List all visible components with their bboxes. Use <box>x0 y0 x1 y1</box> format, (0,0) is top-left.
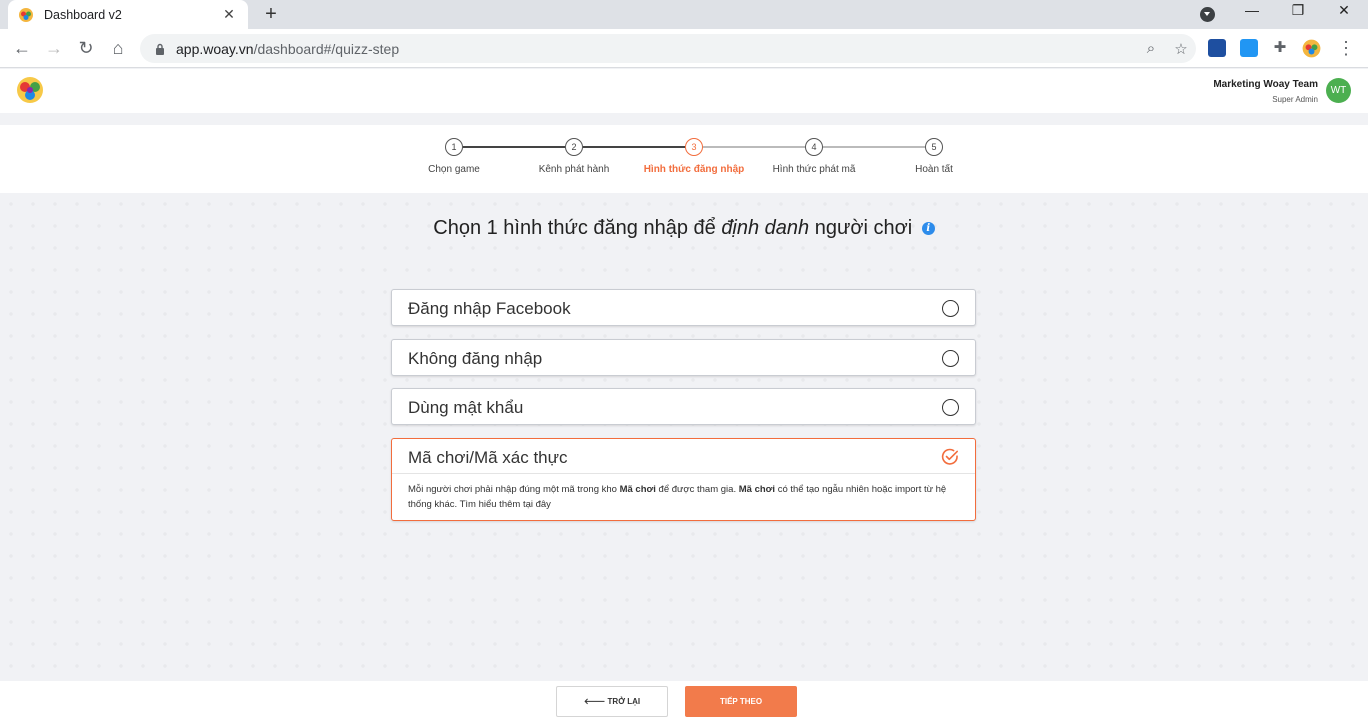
extension-drop-icon[interactable] <box>1240 39 1258 57</box>
profile-menu-icon[interactable] <box>1200 7 1215 22</box>
option-label: Mã chơi/Mã xác thực <box>408 448 568 467</box>
step-connector <box>583 146 685 148</box>
back-arrow-icon[interactable]: ← <box>11 37 33 59</box>
option-label: Không đăng nhập <box>408 349 543 368</box>
footer-bar: 🡐 TRỞ LẠI TIẾP THEO <box>0 681 1368 723</box>
user-name: Marketing Woay Team <box>1213 79 1318 90</box>
arrow-left-icon: 🡐 <box>583 697 606 706</box>
next-button[interactable]: TIẾP THEO <box>685 686 797 717</box>
url-text: app.woay.vn/dashboard#/quizz-step <box>176 40 400 57</box>
woay-favicon-icon <box>19 7 33 22</box>
step-connector <box>463 146 565 148</box>
browser-tab[interactable]: Dashboard v2 ✕ <box>8 0 248 29</box>
user-role: Super Admin <box>1272 95 1318 104</box>
step-2-circle[interactable]: 2 <box>565 138 583 156</box>
minimize-icon[interactable]: — <box>1240 2 1264 18</box>
step-connector <box>703 146 805 148</box>
radio-icon[interactable] <box>942 350 959 367</box>
tab-close-icon[interactable]: ✕ <box>220 6 238 23</box>
step-connector <box>823 146 925 148</box>
app-header: Marketing Woay Team Super Admin WT <box>0 69 1368 113</box>
avatar[interactable]: WT <box>1326 78 1351 103</box>
step-3-circle[interactable]: 3 <box>685 138 703 156</box>
option-label: Dùng mật khẩu <box>408 398 524 417</box>
browser-tab-bar: Dashboard v2 ✕ + — ❐ ✕ <box>0 0 1368 29</box>
option-label: Đăng nhập Facebook <box>408 299 571 318</box>
option-password[interactable]: Dùng mật khẩu <box>391 388 976 425</box>
step-1-circle[interactable]: 1 <box>445 138 463 156</box>
step-3-label: Hình thức đăng nhập <box>643 164 745 175</box>
progress-stepper: 1 2 3 4 5 Chọn game Kênh phát hành Hình … <box>0 125 1368 193</box>
option-access-code[interactable]: Mã chơi/Mã xác thực Mỗi người chơi phải … <box>391 438 976 521</box>
step-2-label: Kênh phát hành <box>538 164 610 175</box>
bookmark-star-icon[interactable]: ☆ <box>1166 40 1196 58</box>
check-circle-icon[interactable] <box>941 448 959 466</box>
forward-arrow-icon[interactable]: → <box>43 37 65 59</box>
radio-icon[interactable] <box>942 399 959 416</box>
radio-icon[interactable] <box>942 300 959 317</box>
woay-logo-icon[interactable] <box>15 75 45 105</box>
tab-title: Dashboard v2 <box>44 7 122 22</box>
zoom-icon[interactable]: ⌕ <box>1136 40 1166 57</box>
step-5-label: Hoàn tất <box>915 164 953 175</box>
lock-icon <box>156 43 164 55</box>
option-header: Mã chơi/Mã xác thực <box>392 439 975 474</box>
home-icon[interactable]: ⌂ <box>107 37 129 59</box>
option-facebook-login[interactable]: Đăng nhập Facebook <box>391 289 976 326</box>
new-tab-icon[interactable]: + <box>260 3 282 26</box>
back-button[interactable]: 🡐 TRỞ LẠI <box>556 686 668 717</box>
page-title: Chọn 1 hình thức đăng nhập để định danh … <box>0 217 1368 240</box>
option-no-login[interactable]: Không đăng nhập <box>391 339 976 376</box>
extension-j-icon[interactable] <box>1208 39 1226 57</box>
step-4-label: Hình thức phát mã <box>772 164 856 175</box>
step-5-circle[interactable]: 5 <box>925 138 943 156</box>
info-icon[interactable]: i <box>921 222 935 236</box>
reload-icon[interactable]: ↻ <box>75 37 97 59</box>
restore-icon[interactable]: ❐ <box>1286 2 1310 19</box>
address-bar[interactable]: app.woay.vn/dashboard#/quizz-step ⌕ ☆ <box>140 34 1196 63</box>
step-4-circle[interactable]: 4 <box>805 138 823 156</box>
step-1-label: Chọn game <box>428 164 480 175</box>
main-content: Chọn 1 hình thức đăng nhập để định danh … <box>0 193 1368 681</box>
extensions-puzzle-icon[interactable]: ✚ <box>1269 37 1291 59</box>
browser-menu-icon[interactable]: ⋮ <box>1335 37 1357 59</box>
window-close-icon[interactable]: ✕ <box>1332 2 1356 19</box>
profile-avatar-icon[interactable] <box>1302 39 1321 58</box>
option-description: Mỗi người chơi phải nhập đúng một mã tro… <box>408 484 947 510</box>
browser-toolbar: ← → ↻ ⌂ app.woay.vn/dashboard#/quizz-ste… <box>0 29 1368 68</box>
